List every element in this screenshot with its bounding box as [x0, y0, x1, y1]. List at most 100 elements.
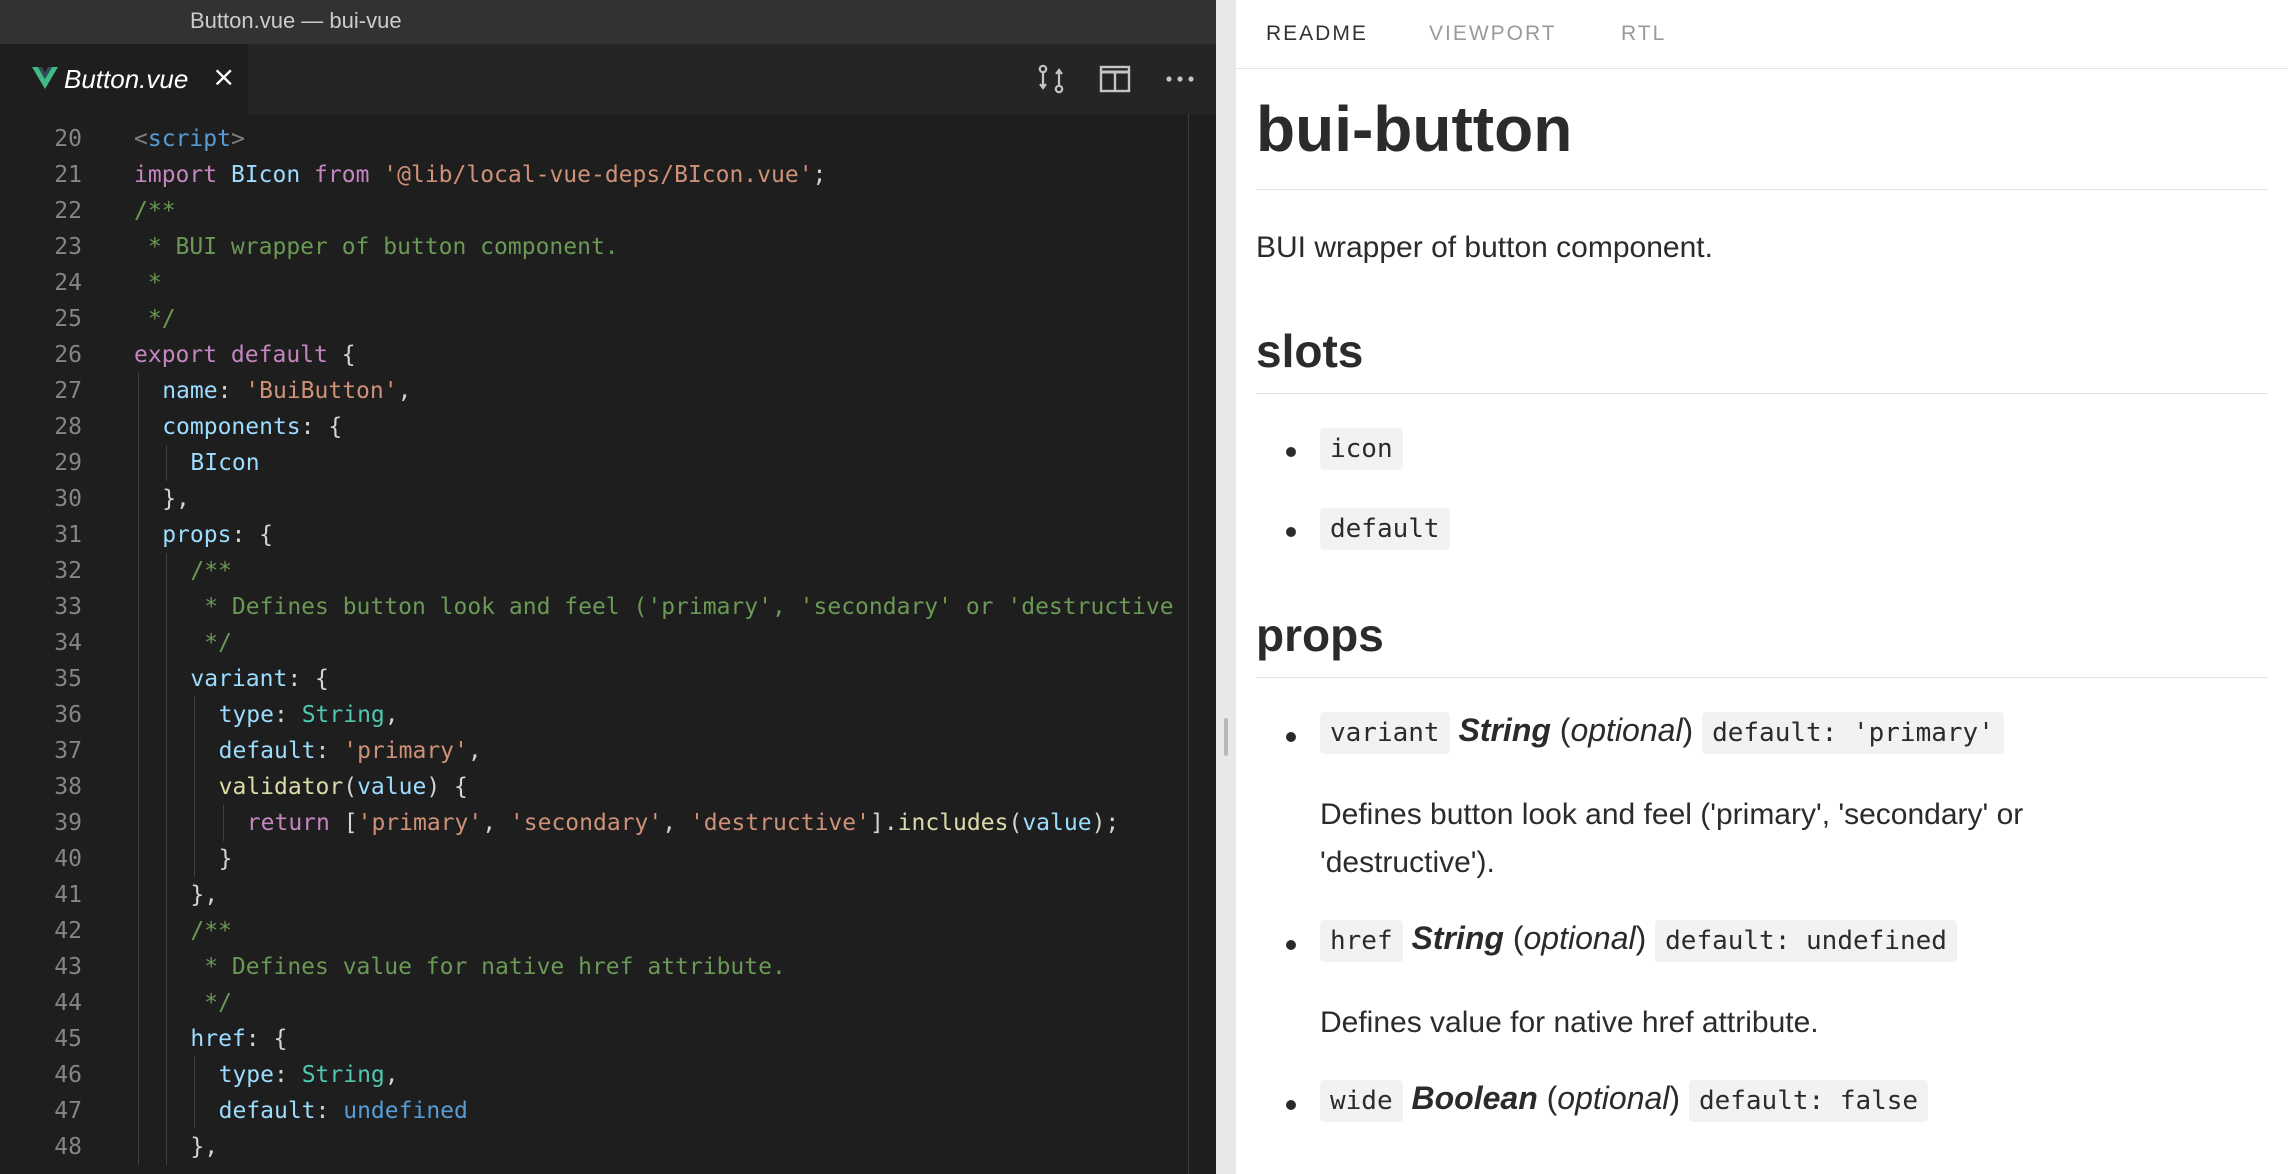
split-editor-icon[interactable]: [1098, 62, 1132, 96]
props-divider: [1256, 677, 2268, 678]
window-titlebar: Button.vue — bui-vue: [0, 0, 1216, 45]
list-bullet: [1286, 447, 1296, 457]
code-token: href: [190, 1026, 246, 1052]
code-token: undefined: [343, 1098, 468, 1124]
indent-guide: [138, 1021, 139, 1057]
code-line[interactable]: },: [190, 877, 218, 913]
code-area[interactable]: <script> import BIcon from '@lib/local-vu…: [0, 114, 1216, 1174]
sash-handle[interactable]: [1224, 718, 1228, 756]
indent-guide: [166, 985, 168, 1021]
indent-guide: [138, 985, 139, 1021]
code-token: value: [357, 774, 427, 800]
code-token: :: [273, 702, 302, 728]
indent-guide: [166, 949, 168, 985]
code-token: return: [246, 810, 344, 836]
list-bullet: [1286, 732, 1296, 742]
code-line[interactable]: href: {: [190, 1021, 287, 1057]
close-icon[interactable]: ×: [212, 60, 235, 93]
code-line[interactable]: default: 'primary',: [219, 733, 482, 769]
code-line[interactable]: default: undefined: [219, 1093, 468, 1129]
code-token: from: [314, 162, 384, 188]
indent-guide: [166, 877, 168, 913]
code-line[interactable]: */: [190, 985, 232, 1021]
paren-open: (: [1559, 712, 1571, 748]
code-line[interactable]: */: [190, 625, 232, 661]
code-line[interactable]: validator(value) {: [219, 769, 468, 805]
indent-guide: [138, 373, 139, 409]
code-token: ) {: [426, 774, 468, 800]
indent-guide: [194, 697, 196, 733]
code-line[interactable]: /**: [134, 193, 176, 229]
code-token: 'BuiButton': [245, 378, 398, 404]
code-line[interactable]: <script>: [134, 121, 245, 157]
code-line[interactable]: export default {: [134, 337, 356, 373]
prop-name: href: [1320, 920, 1403, 962]
code-line[interactable]: */: [134, 301, 176, 337]
code-line[interactable]: * Defines button look and feel ('primary…: [190, 589, 1173, 625]
code-token: ,: [384, 702, 399, 728]
code-token: * BUI wrapper of button component.: [134, 234, 619, 260]
code-editor[interactable]: Button.vue — bui-vue Button.vue × 20 21 …: [0, 0, 1216, 1174]
code-line[interactable]: }: [219, 841, 233, 877]
prop-optional: optional: [1570, 712, 1683, 748]
code-line[interactable]: import BIcon from '@lib/local-vue-deps/B…: [134, 157, 826, 193]
code-line[interactable]: return ['primary', 'secondary', 'destruc…: [247, 805, 1119, 841]
indent-guide: [166, 553, 168, 589]
prop-default: default: 'primary': [1702, 712, 2004, 754]
code-token: {: [341, 342, 356, 368]
code-line[interactable]: type: String,: [219, 1057, 399, 1093]
indent-guide: [138, 481, 139, 517]
indent-guide: [138, 841, 139, 877]
indent-guide: [138, 1093, 139, 1129]
code-line[interactable]: type: String,: [219, 697, 399, 733]
indent-guide: [166, 1129, 168, 1165]
window-title: Button.vue — bui-vue: [190, 8, 402, 33]
code-line[interactable]: * Defines value for native href attribut…: [190, 949, 786, 985]
code-line[interactable]: },: [162, 481, 190, 517]
code-line[interactable]: components: {: [162, 409, 342, 445]
code-token: ,: [397, 378, 412, 404]
prop-type: String: [1458, 712, 1551, 748]
prop-default: default: undefined: [1655, 920, 1957, 962]
code-token: variant: [190, 666, 288, 692]
code-token: '@lib/local-vue-deps/BIcon.vue': [383, 162, 813, 188]
code-token: components: [162, 414, 301, 440]
code-token: */: [190, 630, 232, 656]
code-line[interactable]: * BUI wrapper of button component.: [134, 229, 619, 265]
indent-guide: [138, 589, 139, 625]
tab-button-vue[interactable]: Button.vue ×: [0, 44, 248, 114]
editor-tabbar: Button.vue ×: [0, 44, 1216, 114]
indent-guide: [166, 697, 168, 733]
split-view-sash[interactable]: [1216, 0, 1236, 1174]
code-line[interactable]: variant: {: [190, 661, 328, 697]
more-actions-icon[interactable]: [1163, 62, 1197, 96]
tab-rtl[interactable]: RTL: [1621, 22, 1666, 46]
prop-type: String: [1411, 920, 1504, 956]
code-token: validator: [218, 774, 344, 800]
code-line[interactable]: props: {: [162, 517, 273, 553]
slot-item: default: [1320, 508, 1450, 550]
code-token: export default: [134, 342, 342, 368]
code-token: name: [162, 378, 218, 404]
tab-viewport[interactable]: VIEWPORT: [1429, 22, 1557, 46]
code-line[interactable]: *: [134, 265, 162, 301]
editor-content[interactable]: 20 21 22 23 24 25 26 27 28 29 30 31 32 33 34 35 36 37 38 39…: [0, 114, 1216, 1174]
open-changes-icon[interactable]: [1034, 62, 1068, 96]
code-token: : {: [287, 666, 329, 692]
code-line[interactable]: /**: [190, 553, 232, 589]
tab-readme[interactable]: README: [1266, 22, 1368, 46]
indent-guide: [194, 805, 196, 841]
code-token: type: [218, 702, 274, 728]
code-token: ,: [467, 738, 482, 764]
code-token: <: [134, 126, 148, 152]
code-token: },: [190, 1134, 219, 1160]
slots-divider: [1256, 393, 2268, 394]
code-line[interactable]: BIcon: [190, 445, 259, 481]
code-line[interactable]: name: 'BuiButton',: [162, 373, 411, 409]
prop-name: variant: [1320, 712, 1450, 754]
code-line[interactable]: /**: [190, 913, 232, 949]
indent-guide: [222, 805, 224, 841]
code-line[interactable]: },: [190, 1129, 218, 1165]
paren-open: (: [1512, 920, 1524, 956]
indent-guide: [138, 625, 139, 661]
